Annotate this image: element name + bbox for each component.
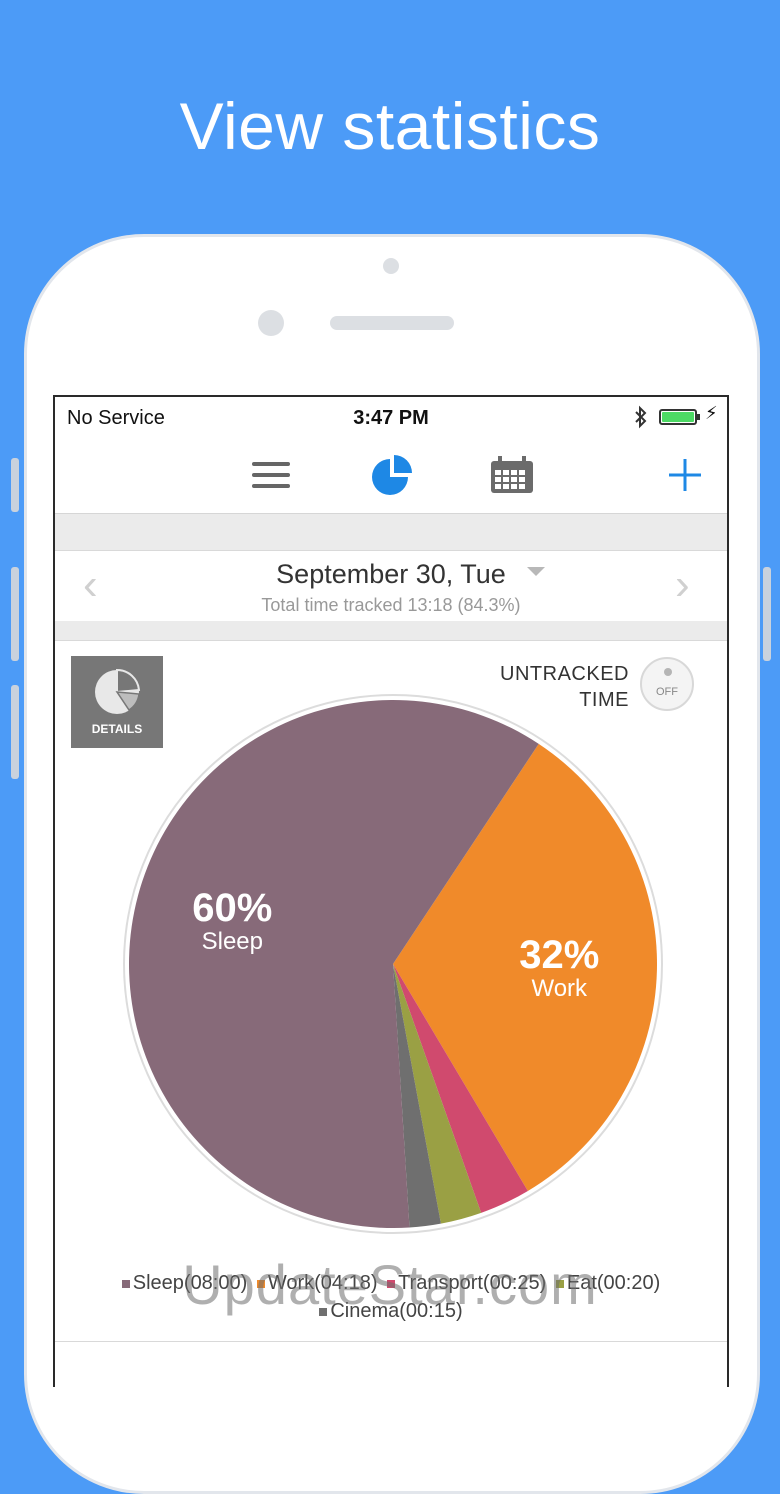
toolbar xyxy=(55,437,727,514)
details-label: DETAILS xyxy=(91,722,143,736)
separator-band xyxy=(55,514,727,550)
bluetooth-icon xyxy=(633,405,649,435)
plus-icon[interactable] xyxy=(661,451,709,499)
watermark: UpdateStar.com xyxy=(182,1253,598,1316)
next-day-button[interactable]: › xyxy=(675,563,690,607)
phone-side-button-top xyxy=(11,458,19,512)
total-time-tracked: Total time tracked 13:18 (84.3%) xyxy=(261,595,521,615)
clock: 3:47 PM xyxy=(353,407,429,429)
pie-name-label-work: Work xyxy=(531,975,588,1002)
details-pie-icon xyxy=(95,668,141,714)
app-screen: No Service 3:47 PM ⚡ ‹ September 30, Tue… xyxy=(53,395,729,1387)
date-title[interactable]: September 30, Tue xyxy=(55,559,727,590)
phone-volume-down xyxy=(11,685,19,779)
pie-percent-label-sleep: 60% xyxy=(192,886,272,930)
phone-sensor xyxy=(383,258,399,274)
untracked-toggle[interactable]: OFF xyxy=(640,657,694,711)
headline: View statistics xyxy=(179,89,601,163)
toggle-state-label: OFF xyxy=(656,686,678,698)
untracked-line-2: TIME xyxy=(579,689,629,711)
untracked-line-1: UNTRACKED xyxy=(500,663,629,685)
separator-band-2 xyxy=(55,621,727,640)
date-dropdown-caret-icon[interactable] xyxy=(527,567,545,576)
calendar-icon[interactable] xyxy=(488,451,536,499)
stats-panel: 60% Sleep 32% Work DETAILS UNTRACKED TIME O… xyxy=(55,640,727,1342)
phone-volume-up xyxy=(11,567,19,661)
details-button[interactable]: DETAILS xyxy=(71,656,163,748)
phone-power-button xyxy=(763,567,771,661)
battery-icon xyxy=(659,409,697,425)
pie-name-label-sleep: Sleep xyxy=(202,928,263,955)
phone-speaker xyxy=(330,316,454,330)
hamburger-icon[interactable] xyxy=(248,451,296,499)
battery-tip xyxy=(697,414,700,420)
untracked-time-label: UNTRACKED TIME xyxy=(500,661,629,713)
status-bar: No Service 3:47 PM ⚡ xyxy=(55,397,727,437)
phone-camera xyxy=(258,310,284,336)
toggle-indicator xyxy=(664,668,672,676)
date-navigator: ‹ September 30, Tue Total time tracked 1… xyxy=(55,550,727,622)
pie-percent-label-work: 32% xyxy=(519,933,599,977)
charging-icon: ⚡ xyxy=(705,403,718,423)
pie-chart-icon[interactable] xyxy=(368,451,416,499)
